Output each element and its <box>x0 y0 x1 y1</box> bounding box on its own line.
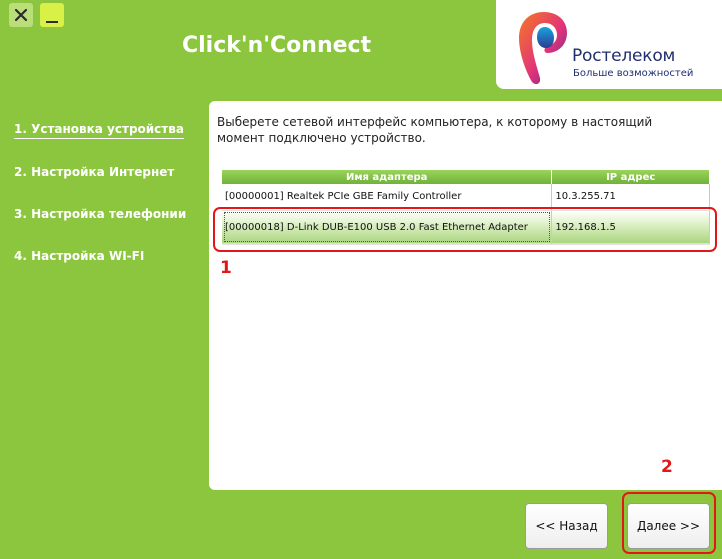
logo: Ростелеком Больше возможностей <box>496 0 722 89</box>
annotation-highlight-row <box>213 207 717 252</box>
app-title: Click'n'Connect <box>182 33 372 58</box>
next-button[interactable]: Далее >> <box>627 503 710 549</box>
table-header-row: Имя адаптера IP адрес <box>222 170 710 184</box>
annotation-label-1: 1 <box>220 258 232 278</box>
back-button[interactable]: << Назад <box>525 503 608 549</box>
annotation-label-2: 2 <box>661 457 673 477</box>
rostelecom-logo-icon <box>519 12 567 85</box>
sidebar-step-internet[interactable]: 2. Настройка Интернет <box>14 165 174 179</box>
close-button[interactable] <box>9 3 33 27</box>
minimize-icon <box>46 21 58 23</box>
brand-name: Ростелеком <box>572 46 676 66</box>
sidebar-step-install[interactable]: 1. Установка устройства <box>14 122 184 139</box>
minimize-button[interactable] <box>40 3 64 27</box>
close-icon <box>14 8 28 22</box>
column-header-adapter-name[interactable]: Имя адаптера <box>222 170 553 184</box>
sidebar-step-telephony[interactable]: 3. Настройка телефонии <box>14 207 186 221</box>
main-panel: Выберете сетевой интерфейс компьютера, к… <box>209 101 722 490</box>
brand-tagline: Больше возможностей <box>573 68 694 79</box>
sidebar-step-wifi[interactable]: 4. Настройка WI-FI <box>14 249 144 263</box>
column-header-ip-address[interactable]: IP адрес <box>551 170 710 184</box>
instruction-text: Выберете сетевой интерфейс компьютера, к… <box>217 115 653 145</box>
